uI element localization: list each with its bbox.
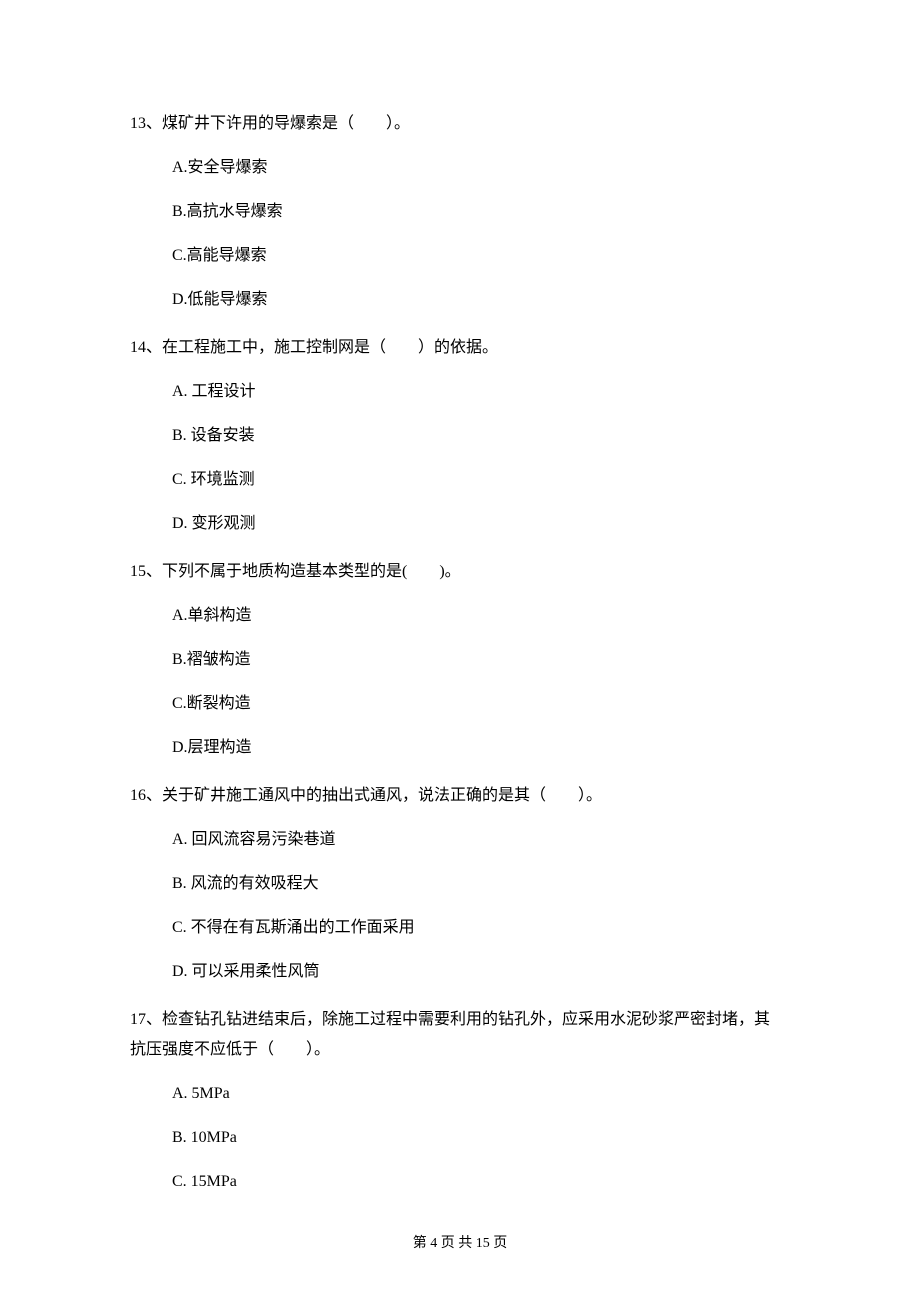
option-d: D.低能导爆索 (172, 288, 790, 312)
option-c: C.高能导爆索 (172, 244, 790, 268)
option-c: C. 不得在有瓦斯涌出的工作面采用 (172, 916, 790, 940)
option-b: B. 风流的有效吸程大 (172, 872, 790, 896)
question-16: 16、关于矿井施工通风中的抽出式通风，说法正确的是其（ ）。 A. 回风流容易污… (130, 784, 790, 984)
option-d: D.层理构造 (172, 736, 790, 760)
option-b: B.褶皱构造 (172, 648, 790, 672)
question-13: 13、煤矿井下许用的导爆索是（ ）。 A.安全导爆索 B.高抗水导爆索 C.高能… (130, 112, 790, 312)
page-footer: 第 4 页 共 15 页 (0, 1233, 920, 1254)
option-a: A.单斜构造 (172, 604, 790, 628)
option-c: C.断裂构造 (172, 692, 790, 716)
question-15: 15、下列不属于地质构造基本类型的是( )。 A.单斜构造 B.褶皱构造 C.断… (130, 560, 790, 760)
question-stem: 17、检查钻孔钻进结束后，除施工过程中需要利用的钻孔外，应采用水泥砂浆严密封堵，… (130, 1008, 790, 1062)
question-stem: 13、煤矿井下许用的导爆索是（ ）。 (130, 112, 790, 136)
option-c: C. 环境监测 (172, 468, 790, 492)
question-stem-line2: 抗压强度不应低于（ ）。 (130, 1038, 790, 1062)
option-b: B. 10MPa (172, 1126, 790, 1150)
question-stem: 15、下列不属于地质构造基本类型的是( )。 (130, 560, 790, 584)
question-stem-line1: 17、检查钻孔钻进结束后，除施工过程中需要利用的钻孔外，应采用水泥砂浆严密封堵，… (130, 1008, 790, 1032)
option-d: D. 变形观测 (172, 512, 790, 536)
option-b: B.高抗水导爆索 (172, 200, 790, 224)
option-a: A. 回风流容易污染巷道 (172, 828, 790, 852)
option-a: A.安全导爆索 (172, 156, 790, 180)
question-17: 17、检查钻孔钻进结束后，除施工过程中需要利用的钻孔外，应采用水泥砂浆严密封堵，… (130, 1008, 790, 1194)
option-a: A. 工程设计 (172, 380, 790, 404)
page: 13、煤矿井下许用的导爆索是（ ）。 A.安全导爆索 B.高抗水导爆索 C.高能… (0, 0, 920, 1302)
question-stem: 14、在工程施工中，施工控制网是（ ）的依据。 (130, 336, 790, 360)
question-stem: 16、关于矿井施工通风中的抽出式通风，说法正确的是其（ ）。 (130, 784, 790, 808)
option-c: C. 15MPa (172, 1170, 790, 1194)
option-d: D. 可以采用柔性风筒 (172, 960, 790, 984)
option-a: A. 5MPa (172, 1082, 790, 1106)
option-b: B. 设备安装 (172, 424, 790, 448)
question-14: 14、在工程施工中，施工控制网是（ ）的依据。 A. 工程设计 B. 设备安装 … (130, 336, 790, 536)
